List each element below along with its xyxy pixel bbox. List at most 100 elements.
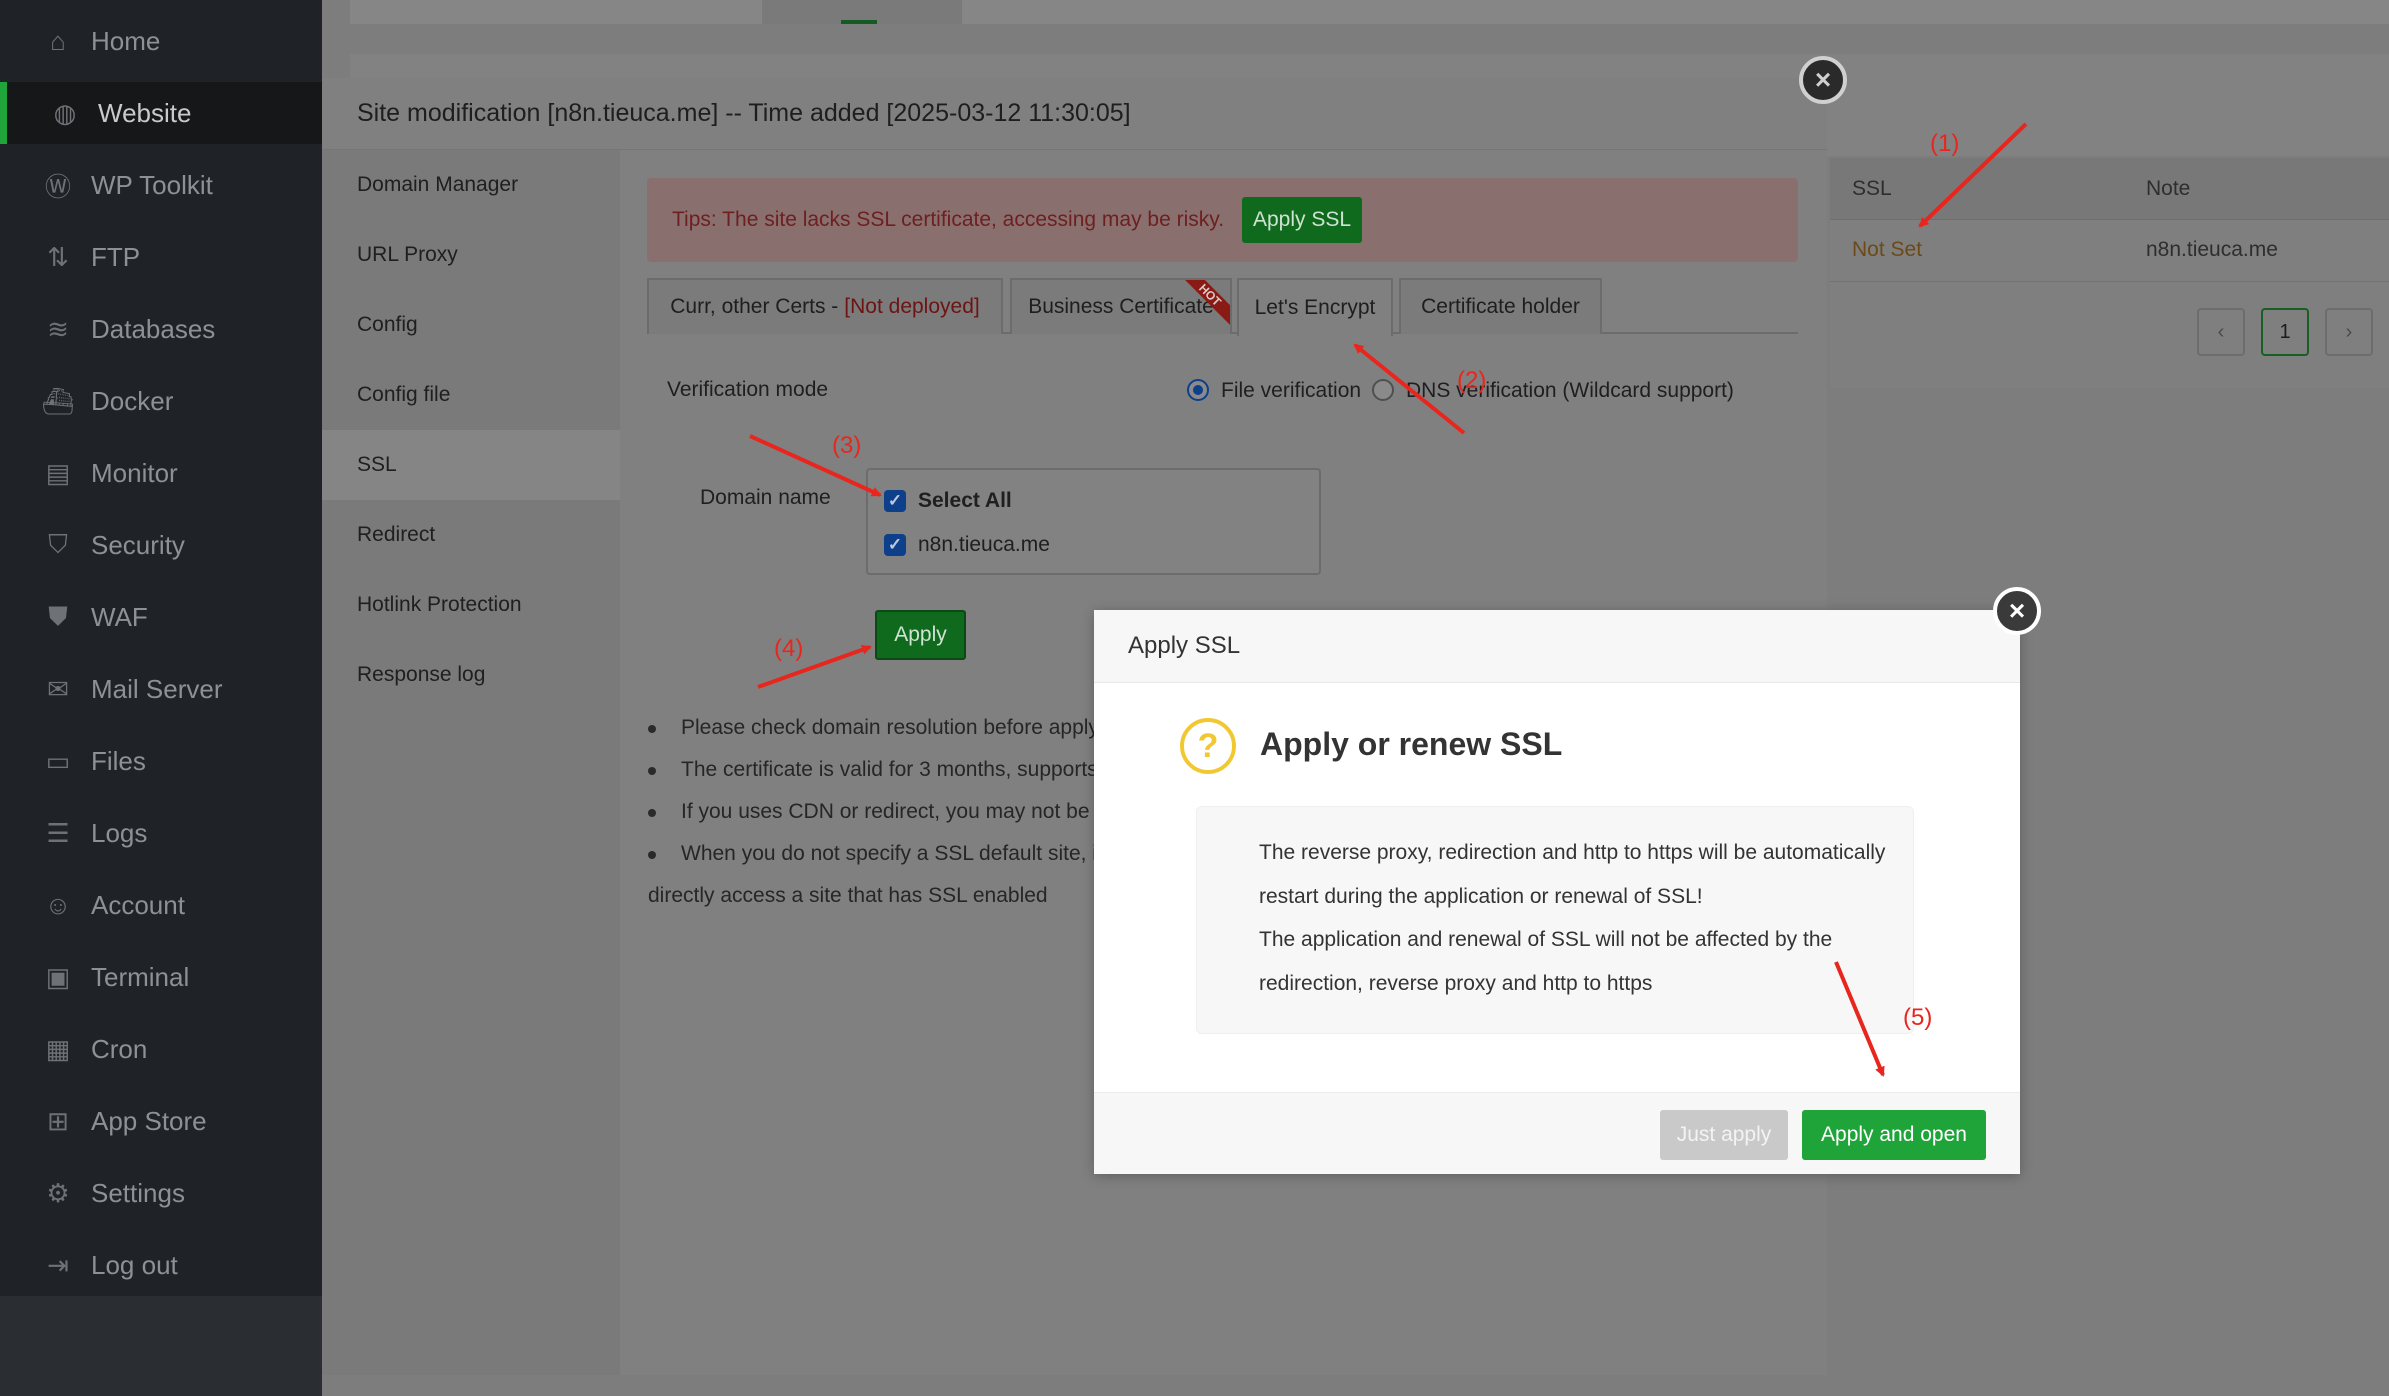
tip-text: Tips: The site lacks SSL certificate, ac…	[672, 208, 1225, 231]
wordpress-icon: Ⓦ	[44, 171, 71, 202]
docker-icon: ⛴	[41, 385, 75, 416]
note-item-continued: directly access a site that has SSL enab…	[648, 884, 1048, 907]
sidebar-footer	[0, 1296, 322, 1396]
tab-not-deployed-status: [Not deployed]	[844, 295, 980, 318]
annotation-label-4: (4)	[774, 635, 804, 662]
sidebar-item-security[interactable]: ⛉ Security	[0, 514, 322, 576]
file-verification-label[interactable]: File verification	[1221, 379, 1361, 403]
note-item: The certificate is valid for 3 months, s…	[681, 758, 1094, 781]
sidebar-item-docker[interactable]: ⛴ Docker	[0, 370, 322, 432]
pager-prev-button[interactable]: ‹	[2197, 308, 2245, 356]
sidebar-item-databases[interactable]: ≋ Databases	[0, 298, 322, 360]
bullet	[648, 809, 656, 817]
nav-domain-manager[interactable]: Domain Manager	[322, 150, 620, 220]
question-icon: ?	[1180, 718, 1236, 774]
sidebar-item-logs[interactable]: ☰ Logs	[0, 802, 322, 864]
file-verification-radio[interactable]	[1187, 379, 1209, 401]
site-settings-nav: Domain Manager URL Proxy Config Config f…	[322, 150, 620, 1375]
sidebar-item-terminal[interactable]: ▣ Terminal	[0, 946, 322, 1008]
sidebar-item-waf[interactable]: ⛊ WAF	[0, 586, 322, 648]
tab-current-certs[interactable]: Curr, other Certs - [Not deployed]	[647, 278, 1003, 334]
bullet	[648, 725, 656, 733]
ssl-status-not-set[interactable]: Not Set	[1852, 238, 1922, 262]
home-icon: ⌂	[50, 25, 66, 56]
ssl-dialog-close-icon[interactable]: ×	[1993, 587, 2041, 635]
apply-renew-heading: Apply or renew SSL	[1260, 726, 1563, 762]
nav-url-proxy[interactable]: URL Proxy	[322, 220, 620, 290]
ftp-icon: ⇅	[47, 241, 69, 272]
apply-button[interactable]: Apply	[875, 610, 966, 660]
site-modal-close-icon[interactable]: ×	[1799, 56, 1847, 104]
domain-checkbox[interactable]: ✓	[884, 534, 906, 556]
column-header-note: Note	[2146, 177, 2191, 200]
info-line: The application and renewal of SSL will …	[1259, 928, 1833, 951]
ssl-notes: Please check domain resolution before ap…	[620, 700, 1094, 920]
sidebar-item-mail-server[interactable]: ✉ Mail Server	[0, 658, 322, 720]
dns-verification-radio[interactable]	[1372, 379, 1394, 401]
sidebar-item-label: Files	[91, 745, 146, 776]
sidebar-item-app-store[interactable]: ⊞ App Store	[0, 1090, 322, 1152]
domain-checkbox-label[interactable]: n8n.tieuca.me	[918, 533, 1050, 557]
domain-name-label: Domain name	[700, 486, 831, 509]
nav-ssl[interactable]: SSL	[322, 430, 620, 500]
apply-ssl-dialog-title: Apply SSL	[1128, 632, 1241, 659]
tab-lets-encrypt[interactable]: Let's Encrypt	[1237, 278, 1393, 336]
dns-verification-label[interactable]: DNS verification (Wildcard support)	[1406, 379, 1734, 403]
sidebar-item-cron[interactable]: ▦ Cron	[0, 1018, 322, 1080]
select-all-checkbox[interactable]: ✓	[884, 490, 906, 512]
sidebar-item-settings[interactable]: ⚙ Settings	[0, 1162, 322, 1224]
info-line: The reverse proxy, redirection and http …	[1259, 841, 1886, 864]
logs-icon: ☰	[46, 817, 70, 848]
sidebar-item-label: Docker	[91, 385, 174, 416]
sidebar-item-log-out[interactable]: ⇥ Log out	[0, 1234, 322, 1296]
sidebar-item-label: Logs	[91, 817, 148, 848]
waf-shield-icon: ⛊	[48, 601, 68, 631]
globe-icon: ◍	[53, 97, 77, 128]
sidebar-item-label: WP Toolkit	[91, 169, 213, 200]
monitor-icon: ▤	[45, 457, 71, 488]
sidebar-item-label: Cron	[91, 1033, 148, 1064]
hot-badge: HOT	[1182, 280, 1230, 328]
sidebar-item-monitor[interactable]: ▤ Monitor	[0, 442, 322, 504]
apply-and-open-button[interactable]: Apply and open	[1802, 1110, 1986, 1160]
apply-ssl-button[interactable]: Apply SSL	[1242, 197, 1363, 243]
tab-current-certs-label: Curr, other Certs -	[670, 295, 839, 318]
pager-page-1[interactable]: 1	[2261, 308, 2309, 356]
top-tab-underline	[841, 20, 877, 24]
sidebar-item-home[interactable]: ⌂ Home	[0, 10, 322, 72]
sidebar: ⌂ Home ◍ Website Ⓦ WP Toolkit ⇅ FTP ≋ Databases ⛴ D…	[0, 0, 322, 1396]
select-all-label[interactable]: Select All	[918, 489, 1012, 513]
bullet	[648, 767, 656, 775]
nav-response-log[interactable]: Response log	[322, 640, 620, 710]
table-row[interactable]: Not Set n8n.tieuca.me	[1830, 220, 2389, 282]
sidebar-item-label: Terminal	[91, 961, 190, 992]
nav-redirect[interactable]: Redirect	[322, 500, 620, 570]
apply-ssl-dialog-header: Apply SSL	[1094, 610, 2020, 683]
sidebar-item-wp-toolkit[interactable]: Ⓦ WP Toolkit	[0, 154, 322, 216]
sidebar-item-label: Security	[91, 529, 185, 560]
nav-config-file[interactable]: Config file	[322, 360, 620, 430]
tab-certificate-holder[interactable]: Certificate holder	[1399, 278, 1602, 334]
sidebar-item-label: Home	[91, 25, 161, 56]
apps-icon: ⊞	[47, 1105, 69, 1136]
annotation-label-1: (1)	[1930, 130, 1960, 157]
sidebar-item-label: FTP	[91, 241, 141, 272]
top-toolbar	[350, 0, 2389, 24]
nav-config[interactable]: Config	[322, 290, 620, 360]
tab-business-certificate[interactable]: Business Certificate HOT	[1010, 278, 1232, 334]
sidebar-item-account[interactable]: ☺ Account	[0, 874, 322, 936]
database-icon: ≋	[47, 313, 69, 344]
gear-icon: ⚙	[46, 1177, 70, 1208]
sidebar-item-files[interactable]: ▭ Files	[0, 730, 322, 792]
sidebar-item-ftp[interactable]: ⇅ FTP	[0, 226, 322, 288]
domain-checkbox-list: ✓ Select All ✓ n8n.tieuca.me	[866, 468, 1321, 575]
sidebar-item-label: Monitor	[91, 457, 178, 488]
terminal-icon: ▣	[45, 961, 71, 992]
note-cell: n8n.tieuca.me	[2146, 238, 2278, 261]
just-apply-button[interactable]: Just apply	[1660, 1110, 1788, 1160]
info-line: restart during the application or renewa…	[1259, 885, 1703, 908]
nav-hotlink-protection[interactable]: Hotlink Protection	[322, 570, 620, 640]
sidebar-item-website[interactable]: ◍ Website	[0, 82, 322, 144]
pager-next-button[interactable]: ›	[2325, 308, 2373, 356]
annotation-label-3: (3)	[832, 432, 862, 459]
